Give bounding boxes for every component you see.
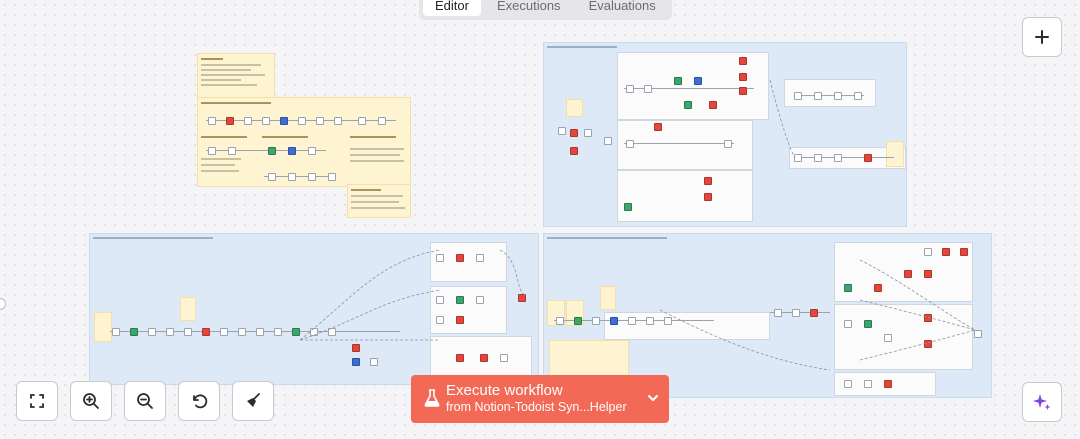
zoom-to-fit-button[interactable] xyxy=(16,381,58,421)
zoom-in-button[interactable] xyxy=(70,381,112,421)
sparkle-icon xyxy=(1033,394,1051,410)
plus-icon xyxy=(1035,30,1049,44)
chevron-down-icon[interactable] xyxy=(647,392,659,404)
tidy-up-button[interactable] xyxy=(232,381,274,421)
tab-evaluations[interactable]: Evaluations xyxy=(577,0,668,16)
reset-zoom-button[interactable] xyxy=(178,381,220,421)
flask-icon xyxy=(424,389,440,407)
connection-wires xyxy=(299,79,976,371)
add-node-button[interactable] xyxy=(1022,17,1062,57)
execute-workflow-source: from Notion-Todoist Syn...Helper xyxy=(446,400,627,414)
broom-icon xyxy=(247,393,260,407)
execute-workflow-label: Execute workflow xyxy=(446,382,563,399)
execute-workflow-button[interactable]: Execute workflow from Notion-Todoist Syn… xyxy=(411,375,669,423)
undo-icon xyxy=(193,394,208,409)
zoom-in-icon xyxy=(83,393,99,409)
ai-assistant-button[interactable] xyxy=(1022,382,1062,422)
workflow-canvas[interactable] xyxy=(0,0,1080,439)
zoom-out-icon xyxy=(137,393,153,409)
tab-executions[interactable]: Executions xyxy=(485,0,573,16)
fit-to-view-icon xyxy=(30,394,44,408)
view-tabs: Editor Executions Evaluations xyxy=(419,0,672,20)
tab-editor[interactable]: Editor xyxy=(423,0,481,16)
zoom-out-button[interactable] xyxy=(124,381,166,421)
